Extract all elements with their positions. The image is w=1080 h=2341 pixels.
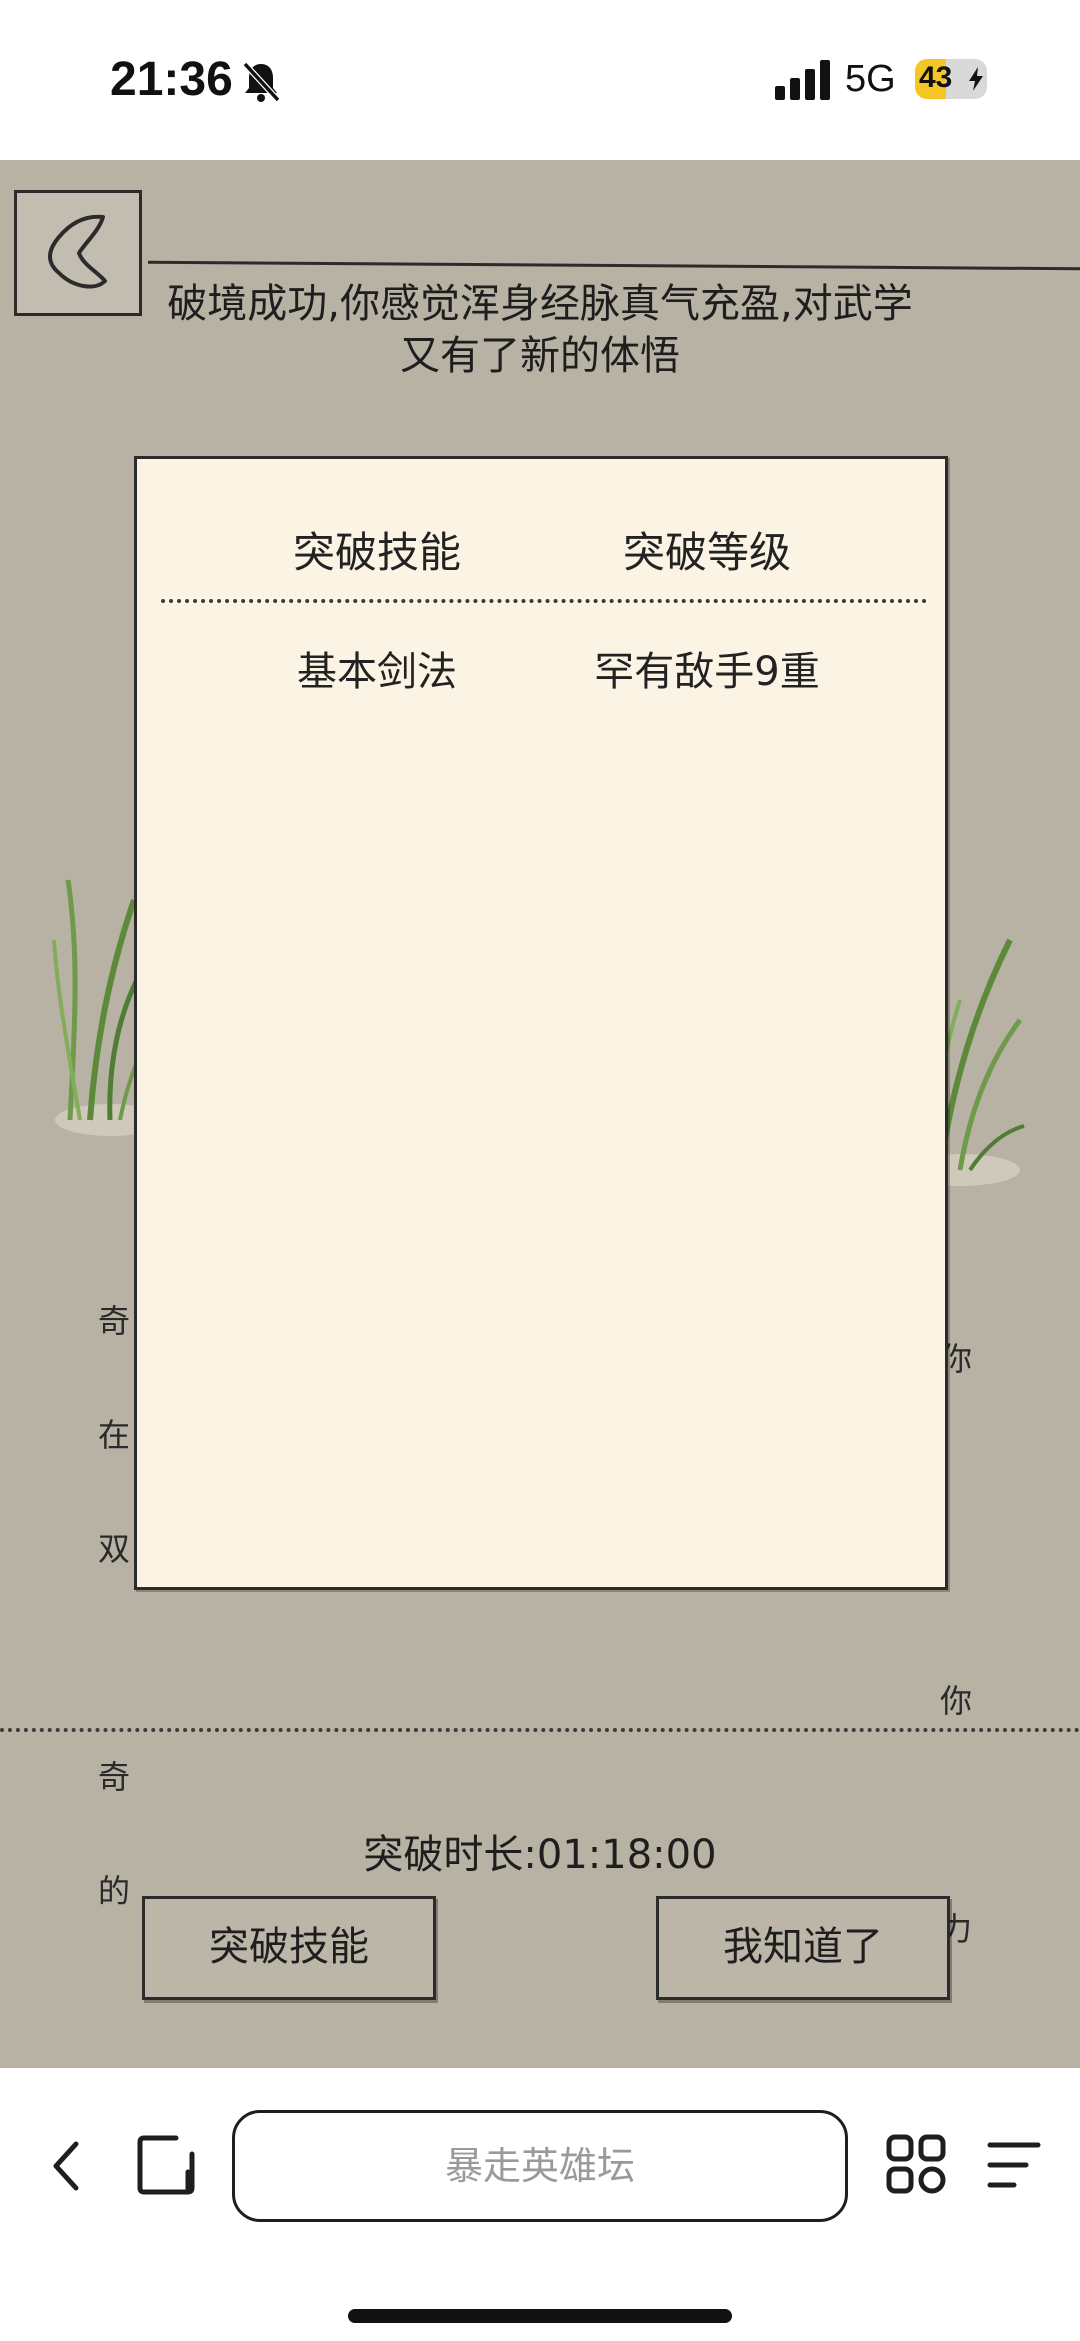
bottom-divider [0,1728,1080,1732]
column-header-skill: 突破技能 [292,528,461,577]
duration-label: 突破时长: [363,1832,537,1878]
level-cell: 罕有敌手9重 [594,649,820,695]
game-area: 破境成功,你感觉浑身经脉真气充盈,对武学又有了新的体悟 奇 在 双 奇 的 奇 … [0,160,1080,2068]
address-bar[interactable]: 暴走英雄坛 [232,2110,848,2222]
dialog-header: 突破技能 突破等级 [137,519,945,579]
back-chevron-icon[interactable] [50,2140,82,2192]
breakthrough-dialog: 突破技能 突破等级 基本剑法 罕有敌手9重 [134,456,948,1590]
bg-char: 奇 [98,1758,131,1796]
network-label: 5G [845,58,896,100]
browser-toolbar: 暴走英雄坛 [0,2068,1080,2341]
bg-char [98,1986,139,2024]
back-button[interactable] [14,190,142,316]
got-it-button[interactable]: 我知道了 [656,1896,950,2000]
bg-char: 你 [940,1682,973,1720]
home-indicator[interactable] [348,2309,732,2323]
menu-icon[interactable] [986,2140,1042,2190]
charging-bolt-icon [969,67,983,91]
bg-char: 在 [98,1416,131,1454]
battery-indicator: 43 [915,59,987,99]
bg-char [98,1644,139,1682]
header-line [148,260,1080,271]
bg-char: 双 [98,1530,131,1568]
breakthrough-duration: 突破时长:01:18:00 [0,1822,1080,1880]
skill-cell: 基本剑法 [297,649,457,695]
breakthrough-message: 破境成功,你感觉浑身经脉真气充盈,对武学又有了新的体悟 [167,281,913,379]
status-bar: 21:36 5G 43 [0,0,1080,160]
apps-grid-icon[interactable] [886,2134,946,2194]
duration-value: 01:18:00 [536,1832,717,1878]
tabs-icon[interactable] [136,2134,196,2196]
bell-muted-icon [242,61,281,103]
column-header-level: 突破等级 [622,528,791,577]
background-text-left: 奇 在 双 奇 的 奇 力 [98,1226,139,2068]
dialog-divider [161,599,927,603]
back-arrow-icon [48,214,107,289]
breakthrough-skill-button[interactable]: 突破技能 [142,1896,436,2000]
status-time: 21:36 [110,53,233,106]
table-row: 基本剑法 罕有敌手9重 [137,639,945,695]
bg-char: 奇 [98,1302,131,1340]
signal-icon [775,60,830,100]
